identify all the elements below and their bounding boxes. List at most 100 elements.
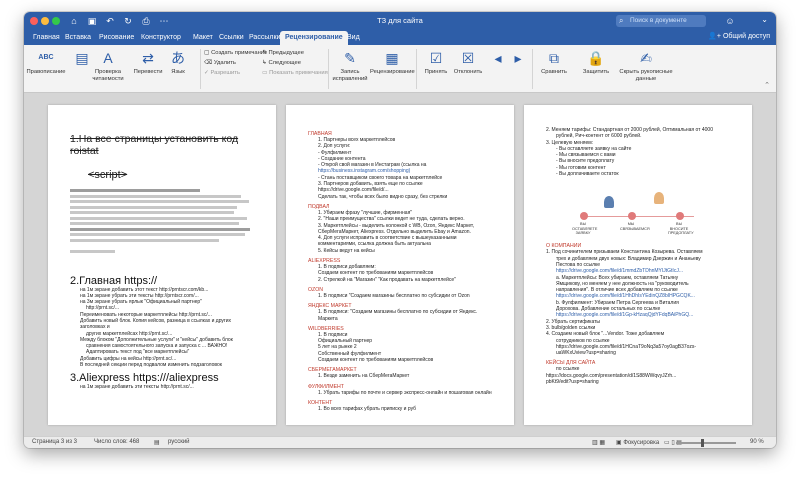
text-line: 2. Стрелкой на "Магазин" "Как продавать … [318, 276, 456, 283]
text-line: Сделать так, чтобы всех было видно сразу… [318, 193, 448, 200]
zoom-slider[interactable] [676, 439, 736, 447]
zoom-level[interactable]: 90 % [750, 439, 764, 445]
ribbon-tabs: Главная Вставка Рисование Конструктор Ма… [24, 30, 776, 45]
text-line: uaWKxUview?usp=sharing [556, 350, 616, 357]
text-line: pbKt9/edit?usp=sharing [546, 379, 599, 386]
text-line: - Вы доплачиваете остаток [556, 171, 619, 178]
diagram-node [580, 212, 588, 221]
previous-comment-button[interactable]: ↰ Предыдущее [262, 49, 304, 57]
document-canvas[interactable]: 1.На все страницы установить код roistat… [24, 93, 776, 436]
accessibility-button[interactable]: A Проверка читаемости [88, 48, 128, 82]
search-input[interactable]: ⌕ Поиск в документе [616, 15, 706, 27]
track-changes-label: Запись исправлений [332, 69, 368, 82]
text-line: 5. Кейсы ведут на кейсы [318, 247, 375, 254]
zoom-slider-thumb[interactable] [701, 439, 705, 447]
text-line: 3. Маркетплейсы - выделить колонкой с WB… [318, 222, 475, 229]
list-item: В последней секции перед подвалом измени… [80, 362, 222, 369]
track-changes-icon: ✎ [344, 50, 356, 66]
page-3-bottom-content: О КОМПАНИИ 1. Под сочинителем призываем К… [546, 243, 732, 385]
lock-icon: 🔒 [587, 50, 605, 66]
language-button[interactable]: あ Язык [158, 48, 198, 76]
spellcheck-icon[interactable]: ▤ [154, 439, 160, 446]
ribbon-divider [532, 49, 533, 89]
spelling-label: Правописание [26, 69, 66, 75]
text-line: 1. В подписи "Создаем магазины бесплатно… [318, 292, 470, 299]
protect-button[interactable]: 🔒 Защитить [576, 48, 616, 76]
tab-view[interactable]: Вид [342, 31, 365, 45]
person-icon [604, 196, 614, 209]
chevron-up-icon[interactable]: ⌃ [764, 81, 770, 89]
hide-ink-label: Скрыть рукописные данные [619, 69, 673, 82]
diagram-label: МЫ СВЯЗЫВАЕМСЯ [620, 222, 650, 231]
resolve-comment-label: Разрешить [210, 70, 240, 76]
page-3[interactable]: 2. Меняем тарифы: Стандартная от 2000 ру… [524, 105, 752, 425]
list-item: Добавить новый блок. Копия кейсов, разни… [80, 317, 232, 331]
list-item: на 1м экране добавить эти тексты http://… [80, 384, 194, 391]
ribbon-divider [200, 49, 201, 89]
page-1[interactable]: 1.На все страницы установить код roistat… [48, 105, 276, 425]
accessibility-label: Проверка читаемости [92, 69, 124, 82]
word-count[interactable]: Число слов: 468 [94, 439, 139, 445]
chevron-down-icon[interactable]: ⌄ [761, 15, 768, 24]
section-main-heading: 2.Главная https:// [70, 274, 158, 287]
abc-check-icon: ABC [38, 54, 54, 61]
share-button[interactable]: 👤+ Общий доступ [708, 32, 770, 40]
review-pane-label: Рецензирование [370, 69, 415, 75]
accept-icon: ☑ [429, 50, 443, 66]
tab-draw[interactable]: Рисование [94, 31, 139, 45]
new-comment-label: Создать примечание [211, 50, 268, 56]
search-icon: ⌕ [619, 16, 624, 25]
language-icon: あ [171, 50, 185, 66]
next-comment-label: Следующее [268, 60, 301, 66]
search-placeholder: Поиск в документе [630, 17, 687, 24]
hide-ink-button[interactable]: ✍ Скрыть рукописные данные [618, 48, 674, 82]
text-line: 1. Везде заменить на СберМегаМаркет [318, 373, 410, 380]
language-status[interactable]: русский [168, 439, 190, 445]
text-line: Создаем контент по требованиям маркетпле… [318, 357, 434, 364]
delete-comment-button[interactable]: ⌫ Удалить [204, 59, 236, 67]
diagram-label: ВЫ ОСТАВЛЯЕТЕ ЗАЯВКУ [572, 222, 598, 236]
text-line: 1. В подписи: "Создаем магазины бесплатн… [318, 309, 478, 316]
spelling-button[interactable]: ABC Правописание [26, 48, 66, 76]
page-2[interactable]: ГЛАВНАЯ 1. Партнеры всех маркетплейсов 2. … [286, 105, 514, 425]
script-tag-text: <script> [88, 169, 128, 181]
title-bar: ⌂ ▣ ↶ ↻ ⎙ ⋯ ТЗ для сайта ⌕ Поиск в докум… [24, 12, 776, 30]
user-icon[interactable]: ☺ [724, 15, 736, 27]
show-comments-label: Показать примечания [269, 70, 328, 76]
text-line: 1. Убрать тарифы по почте и сервер экспр… [318, 389, 492, 396]
text-line: Маркета [318, 315, 338, 322]
page-3-top-content: 2. Меняем тарифы: Стандартная от 2000 ру… [546, 127, 732, 177]
compare-button[interactable]: ⧉ Сравнить [534, 48, 574, 76]
ribbon-divider [328, 49, 329, 89]
page-2-content: ГЛАВНАЯ 1. Партнеры всех маркетплейсов 2. … [308, 127, 494, 412]
person-icon [654, 192, 664, 205]
track-changes-button[interactable]: ✎ Запись исправлений [330, 48, 370, 82]
language-label: Язык [171, 69, 185, 75]
view-mode-icon[interactable]: ▥ ▦ [592, 439, 605, 446]
reject-label: Отклонить [453, 69, 483, 75]
struck-code-block [70, 189, 256, 253]
tab-insert[interactable]: Вставка [60, 31, 96, 45]
diagram-label: ВЫ ВНОСИТЕ ПРЕДОПЛАТУ [668, 222, 694, 236]
text-line: 1. Во всех тарифах убрать приписку и руб [318, 405, 416, 412]
status-bar: Страница 3 из 3 Число слов: 468 ▤ русски… [24, 436, 776, 448]
diagram-node [628, 212, 636, 221]
review-pane-icon: ▦ [385, 50, 399, 66]
tab-design[interactable]: Конструктор [136, 31, 186, 45]
next-comment-button[interactable]: ↳ Следующее [262, 59, 301, 67]
section-aliexpress-heading: 3.Aliexpress https:///aliexpress [70, 372, 219, 385]
new-comment-button[interactable]: ▢ Создать примечание [204, 49, 267, 57]
review-pane-button[interactable]: ▦ Рецензирование [370, 48, 415, 76]
heading-roistat: 1.На все страницы установить код roistat [70, 133, 239, 157]
translate-icon: ⇄ [142, 50, 154, 66]
resolve-comment-button[interactable]: ✓ Разрешить [204, 69, 240, 77]
delete-comment-label: Удалить [213, 60, 236, 66]
accessibility-icon: A [103, 50, 113, 66]
review-ribbon: ABC Правописание ▤ A Проверка читаемости… [24, 45, 776, 93]
word-window: ⌂ ▣ ↶ ↻ ⎙ ⋯ ТЗ для сайта ⌕ Поиск в докум… [24, 12, 776, 448]
focus-button[interactable]: ▣ Фокусировка [616, 439, 659, 446]
tab-review[interactable]: Рецензирование [280, 31, 348, 45]
page-indicator[interactable]: Страница 3 из 3 [32, 439, 77, 445]
show-comments-button[interactable]: ▭ Показать примечания [262, 69, 328, 77]
diagram-node [676, 212, 684, 221]
